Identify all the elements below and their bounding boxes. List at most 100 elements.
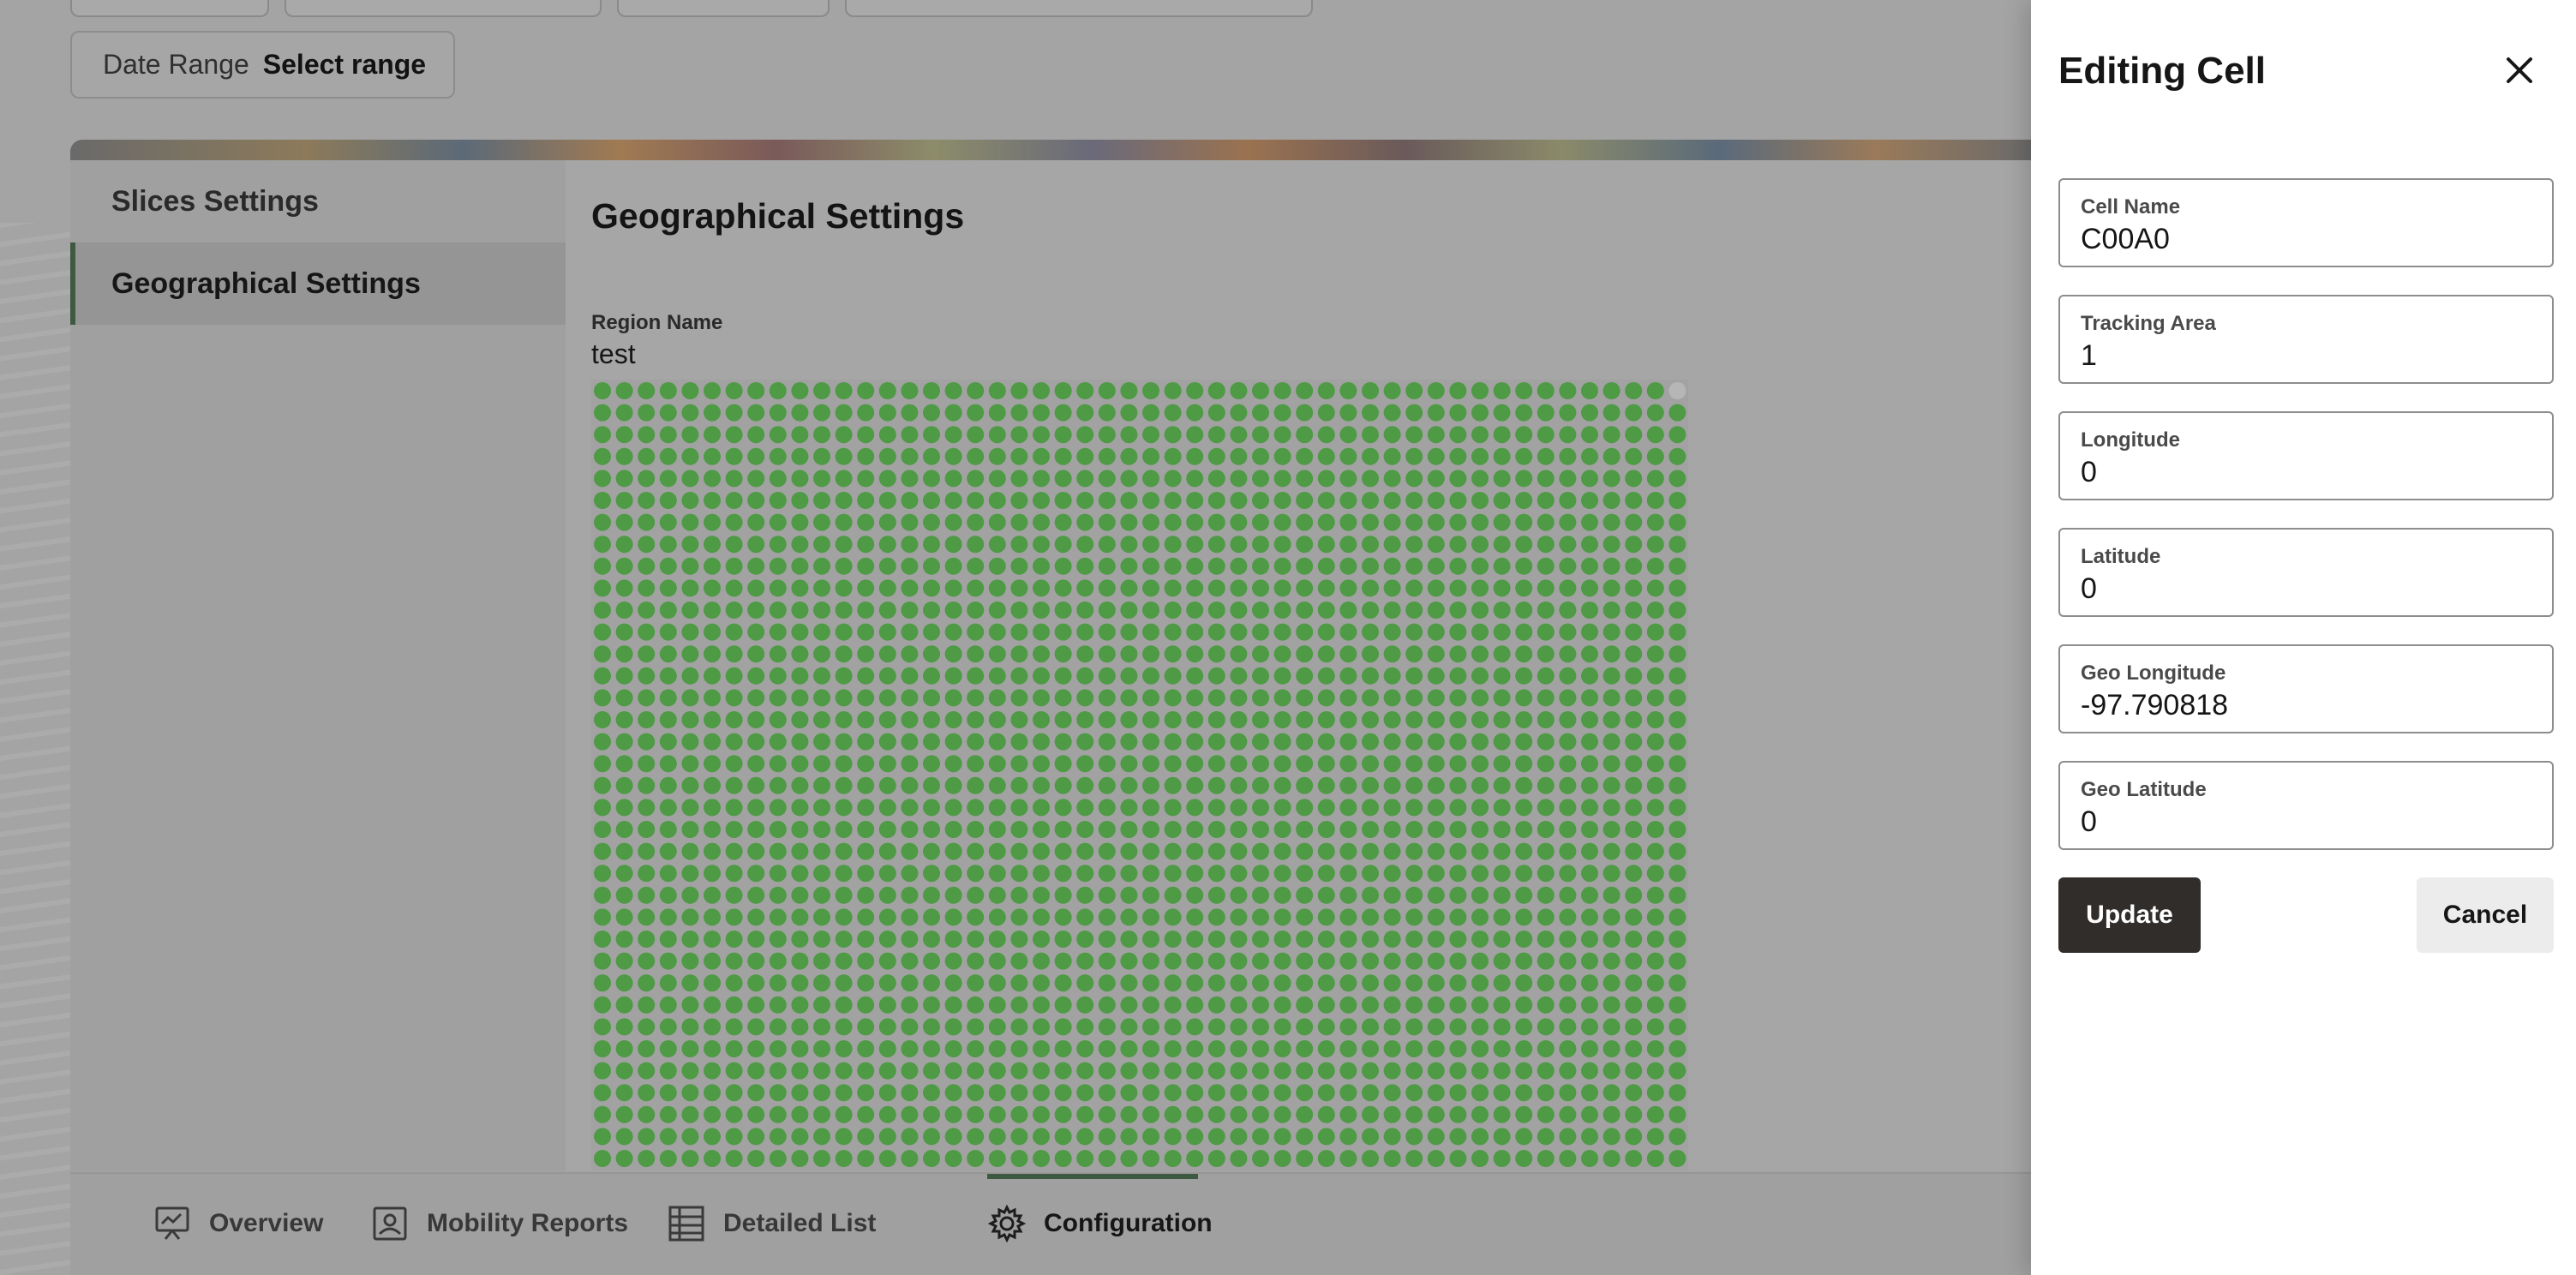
- grid-cell[interactable]: [1559, 1150, 1577, 1167]
- grid-cell[interactable]: [923, 974, 940, 992]
- grid-cell[interactable]: [1515, 776, 1533, 794]
- grid-cell[interactable]: [813, 799, 830, 817]
- grid-cell[interactable]: [1493, 404, 1511, 422]
- grid-cell[interactable]: [681, 733, 699, 751]
- grid-cell[interactable]: [857, 536, 875, 554]
- grid-cell[interactable]: [1273, 667, 1291, 685]
- grid-cell[interactable]: [1164, 1084, 1182, 1102]
- grid-cell[interactable]: [1581, 974, 1598, 992]
- grid-cell[interactable]: [1405, 865, 1423, 883]
- grid-cell[interactable]: [944, 513, 962, 531]
- grid-cell[interactable]: [1493, 1062, 1511, 1080]
- grid-cell[interactable]: [1625, 974, 1643, 992]
- grid-cell[interactable]: [1559, 931, 1577, 948]
- grid-cell[interactable]: [1033, 426, 1050, 444]
- grid-cell[interactable]: [1317, 865, 1335, 883]
- grid-cell[interactable]: [1252, 1084, 1269, 1102]
- grid-cell[interactable]: [1142, 1040, 1159, 1057]
- grid-cell[interactable]: [1054, 579, 1072, 597]
- grid-cell[interactable]: [594, 996, 611, 1014]
- tab-overview[interactable]: Overview: [153, 1198, 323, 1249]
- grid-cell[interactable]: [615, 513, 633, 531]
- grid-cell[interactable]: [791, 492, 809, 509]
- grid-cell[interactable]: [1493, 776, 1511, 794]
- grid-cell[interactable]: [704, 952, 721, 970]
- grid-cell[interactable]: [1405, 513, 1423, 531]
- grid-cell[interactable]: [1625, 1040, 1643, 1057]
- grid-cell[interactable]: [944, 404, 962, 422]
- grid-cell[interactable]: [1449, 952, 1467, 970]
- grid-cell[interactable]: [1186, 1128, 1204, 1146]
- grid-cell[interactable]: [923, 623, 940, 641]
- grid-cell[interactable]: [1646, 557, 1664, 575]
- grid-cell[interactable]: [1230, 974, 1248, 992]
- grid-cell[interactable]: [1273, 1105, 1291, 1123]
- grid-cell[interactable]: [659, 470, 677, 488]
- grid-cell[interactable]: [1339, 579, 1357, 597]
- grid-cell[interactable]: [1405, 579, 1423, 597]
- grid-cell[interactable]: [594, 1150, 611, 1167]
- grid-cell[interactable]: [1625, 1018, 1643, 1036]
- grid-cell[interactable]: [1010, 996, 1028, 1014]
- grid-cell[interactable]: [1449, 602, 1467, 619]
- grid-cell[interactable]: [988, 1128, 1006, 1146]
- grid-cell[interactable]: [659, 1105, 677, 1123]
- grid-cell[interactable]: [1339, 536, 1357, 554]
- grid-cell[interactable]: [1273, 1040, 1291, 1057]
- grid-cell[interactable]: [1186, 447, 1204, 465]
- grid-cell[interactable]: [1076, 382, 1094, 399]
- grid-cell[interactable]: [659, 733, 677, 751]
- grid-cell[interactable]: [967, 645, 985, 663]
- grid-cell[interactable]: [1010, 645, 1028, 663]
- grid-cell[interactable]: [878, 952, 896, 970]
- grid-cell[interactable]: [791, 842, 809, 860]
- grid-cell[interactable]: [857, 1040, 875, 1057]
- grid-cell[interactable]: [1581, 886, 1598, 904]
- grid-cell[interactable]: [1252, 404, 1269, 422]
- grid-cell[interactable]: [594, 908, 611, 926]
- grid-cell[interactable]: [1383, 426, 1401, 444]
- grid-cell[interactable]: [944, 776, 962, 794]
- grid-cell[interactable]: [1339, 776, 1357, 794]
- grid-cell[interactable]: [901, 382, 919, 399]
- grid-cell[interactable]: [967, 689, 985, 707]
- grid-cell[interactable]: [1296, 667, 1314, 685]
- grid-cell[interactable]: [1559, 974, 1577, 992]
- grid-cell[interactable]: [1207, 404, 1225, 422]
- grid-cell[interactable]: [747, 645, 765, 663]
- grid-cell[interactable]: [638, 382, 656, 399]
- filter-pill-3[interactable]: [617, 0, 830, 17]
- grid-cell[interactable]: [1559, 1040, 1577, 1057]
- grid-cell[interactable]: [1625, 842, 1643, 860]
- grid-cell[interactable]: [1273, 447, 1291, 465]
- grid-cell[interactable]: [835, 470, 853, 488]
- grid-cell[interactable]: [1383, 1084, 1401, 1102]
- grid-cell[interactable]: [594, 1084, 611, 1102]
- grid-cell[interactable]: [923, 513, 940, 531]
- grid-cell[interactable]: [704, 667, 721, 685]
- filter-pill-2[interactable]: [285, 0, 602, 17]
- grid-cell[interactable]: [967, 733, 985, 751]
- grid-cell[interactable]: [1186, 579, 1204, 597]
- grid-cell[interactable]: [1668, 865, 1686, 883]
- grid-cell[interactable]: [1164, 1040, 1182, 1057]
- grid-cell[interactable]: [1668, 799, 1686, 817]
- grid-cell[interactable]: [1186, 492, 1204, 509]
- grid-cell[interactable]: [944, 1150, 962, 1167]
- grid-cell[interactable]: [1273, 579, 1291, 597]
- grid-cell[interactable]: [1537, 470, 1555, 488]
- grid-cell[interactable]: [638, 689, 656, 707]
- grid-cell[interactable]: [1142, 799, 1159, 817]
- grid-cell[interactable]: [1186, 689, 1204, 707]
- grid-cell[interactable]: [1120, 426, 1138, 444]
- grid-cell[interactable]: [681, 1105, 699, 1123]
- grid-cell[interactable]: [1646, 799, 1664, 817]
- grid-cell[interactable]: [1010, 1105, 1028, 1123]
- grid-cell[interactable]: [835, 1150, 853, 1167]
- grid-cell[interactable]: [791, 623, 809, 641]
- grid-cell[interactable]: [1033, 536, 1050, 554]
- grid-cell[interactable]: [1076, 931, 1094, 948]
- grid-cell[interactable]: [813, 821, 830, 838]
- grid-cell[interactable]: [1296, 447, 1314, 465]
- grid-cell[interactable]: [769, 470, 787, 488]
